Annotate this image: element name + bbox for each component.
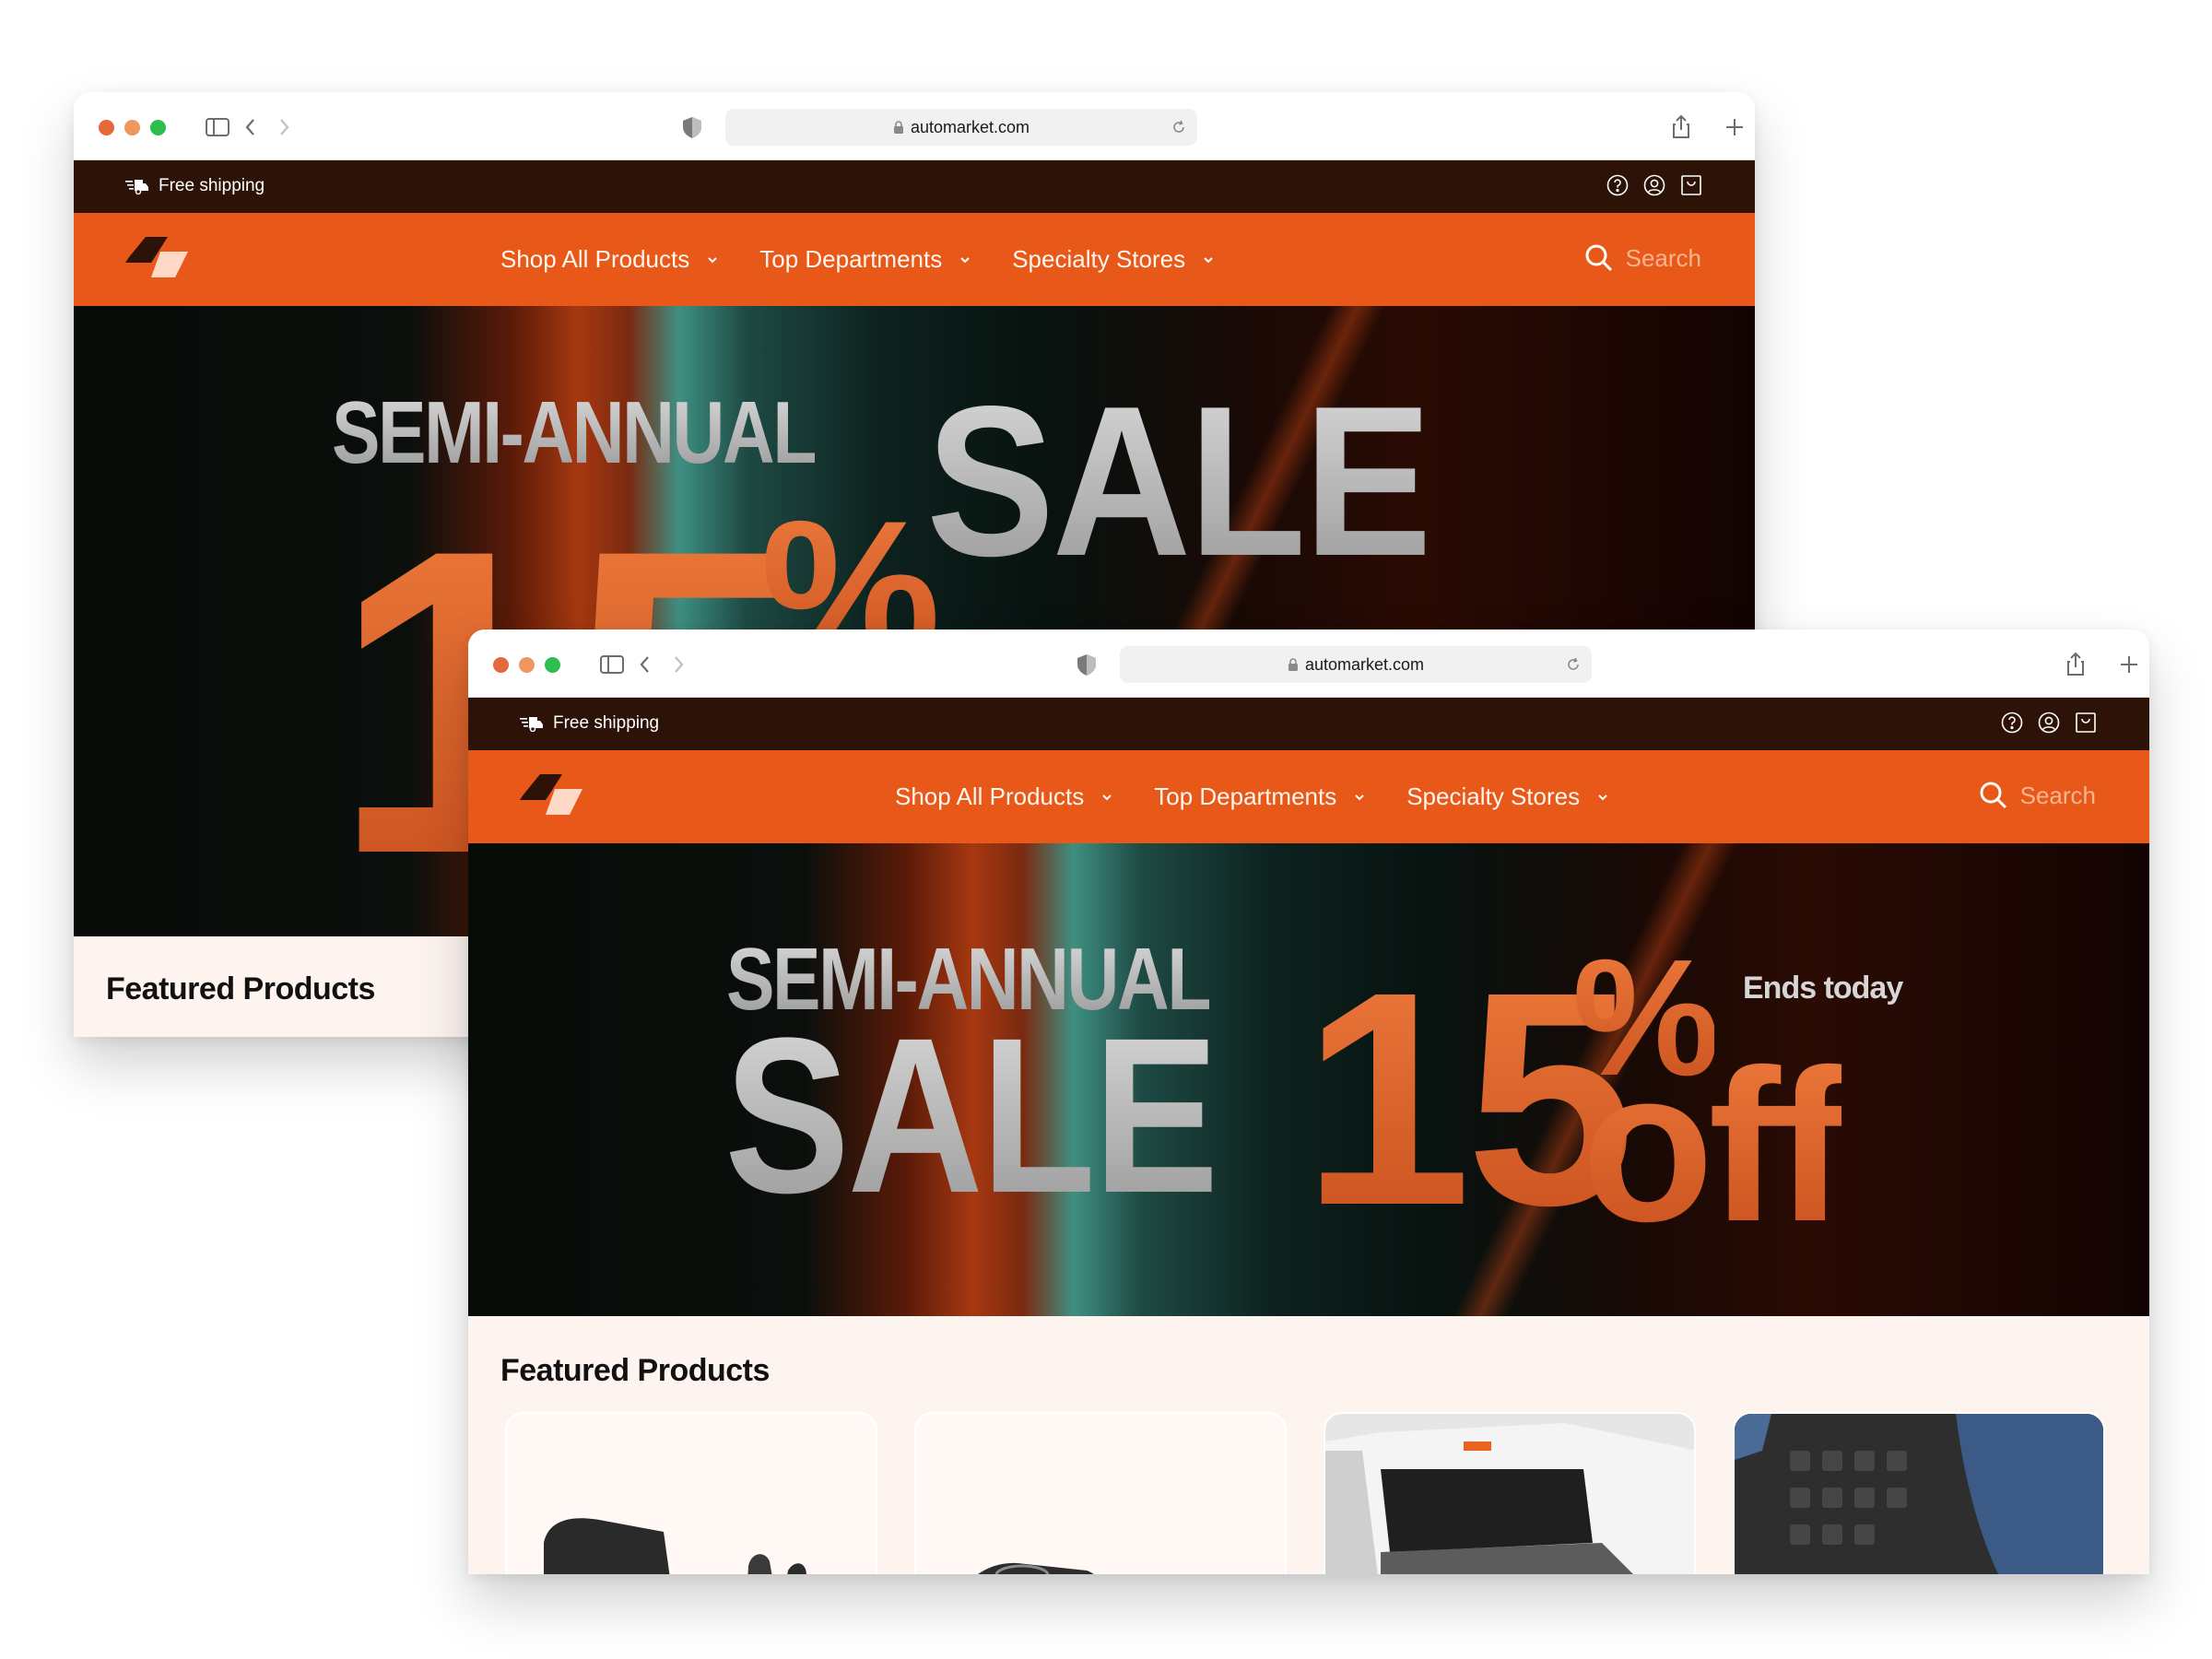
promo-bar: Free shipping bbox=[74, 160, 1755, 213]
reload-icon[interactable] bbox=[1564, 655, 1583, 674]
nav-specialty-stores[interactable]: Specialty Stores bbox=[1406, 782, 1609, 811]
new-tab-icon[interactable] bbox=[1720, 112, 1749, 142]
zoom-window-button[interactable] bbox=[545, 657, 560, 673]
product-list bbox=[505, 1412, 2105, 1574]
close-window-button[interactable] bbox=[99, 120, 114, 135]
zoom-window-button[interactable] bbox=[150, 120, 166, 135]
close-window-button[interactable] bbox=[493, 657, 509, 673]
product-card-tonneau-cover[interactable] bbox=[1324, 1412, 1696, 1574]
account-icon[interactable] bbox=[2037, 711, 2061, 735]
share-icon[interactable] bbox=[2061, 650, 2090, 679]
reload-icon[interactable] bbox=[1170, 118, 1188, 136]
help-icon[interactable] bbox=[1606, 173, 1630, 197]
search-icon bbox=[1980, 782, 2006, 809]
promo-bar: Free shipping bbox=[468, 698, 2149, 750]
main-navigation: Shop All Products Top Departments Specia… bbox=[74, 213, 1755, 306]
hero-banner[interactable]: SEMI-ANNUAL SALE 15 % off Ends today bbox=[468, 843, 2149, 1316]
new-tab-icon[interactable] bbox=[2114, 650, 2144, 679]
lock-icon bbox=[893, 121, 903, 134]
browser-window-front: automarket.com Free shipping Shop All Pr… bbox=[468, 629, 2149, 1574]
help-icon[interactable] bbox=[2000, 711, 2024, 735]
chevron-down-icon bbox=[1204, 256, 1213, 263]
shopping-bag-icon[interactable] bbox=[1679, 173, 1703, 197]
back-icon[interactable] bbox=[630, 650, 660, 679]
free-shipping-text: Free shipping bbox=[553, 713, 660, 733]
chevron-down-icon bbox=[1102, 794, 1112, 800]
nav-top-departments[interactable]: Top Departments bbox=[759, 245, 971, 274]
floor-mat-product-image bbox=[1735, 1414, 2103, 1574]
hero-sale: SALE bbox=[724, 992, 1218, 1239]
account-icon[interactable] bbox=[1642, 173, 1666, 197]
delivery-truck-icon bbox=[520, 717, 543, 732]
forward-icon[interactable] bbox=[664, 650, 693, 679]
chevron-down-icon bbox=[1355, 794, 1364, 800]
featured-products-title: Featured Products bbox=[106, 971, 375, 1006]
search-icon bbox=[1585, 244, 1612, 272]
shopping-bag-icon[interactable] bbox=[2074, 711, 2098, 735]
product-card-floor-mat[interactable] bbox=[1733, 1412, 2105, 1574]
hero-off: off bbox=[1582, 1024, 1847, 1266]
tonneau-cover-product-image bbox=[1325, 1414, 1694, 1574]
url-text: automarket.com bbox=[1304, 654, 1425, 674]
featured-products-section: Featured Products bbox=[468, 1316, 2149, 1574]
hero-ends-today: Ends today bbox=[1743, 971, 1903, 1006]
nav-top-departments[interactable]: Top Departments bbox=[1154, 782, 1366, 811]
browser-toolbar: automarket.com bbox=[74, 92, 1755, 160]
automarket-logo[interactable] bbox=[520, 774, 584, 820]
lock-icon bbox=[1288, 658, 1298, 671]
search-button[interactable]: Search bbox=[1978, 780, 2096, 811]
free-shipping-notice: Free shipping bbox=[520, 713, 659, 734]
nav-menu: Shop All Products Top Departments Specia… bbox=[500, 213, 1255, 306]
product-card-air-intake[interactable] bbox=[914, 1412, 1287, 1574]
main-navigation: Shop All Products Top Departments Specia… bbox=[468, 750, 2149, 843]
chevron-down-icon bbox=[1598, 794, 1607, 800]
search-button[interactable]: Search bbox=[1583, 242, 1701, 274]
product-card-mirror[interactable] bbox=[505, 1412, 877, 1574]
forward-icon[interactable] bbox=[269, 112, 299, 142]
chevron-down-icon bbox=[708, 256, 717, 263]
privacy-shield-icon[interactable] bbox=[677, 112, 707, 142]
mirror-product-image bbox=[544, 1518, 806, 1574]
nav-shop-all-products[interactable]: Shop All Products bbox=[500, 245, 719, 274]
browser-toolbar: automarket.com bbox=[468, 629, 2149, 698]
address-bar[interactable]: automarket.com bbox=[1120, 646, 1592, 683]
air-intake-product-image bbox=[978, 1562, 1094, 1574]
free-shipping-text: Free shipping bbox=[159, 176, 265, 195]
share-icon[interactable] bbox=[1666, 112, 1696, 142]
address-bar[interactable]: automarket.com bbox=[725, 109, 1197, 146]
nav-specialty-stores[interactable]: Specialty Stores bbox=[1012, 245, 1215, 274]
window-controls bbox=[493, 657, 560, 673]
free-shipping-notice: Free shipping bbox=[125, 176, 265, 196]
sidebar-toggle-icon[interactable] bbox=[203, 112, 232, 142]
privacy-shield-icon[interactable] bbox=[1072, 650, 1101, 679]
delivery-truck-icon bbox=[125, 180, 148, 194]
featured-products-title: Featured Products bbox=[500, 1353, 770, 1388]
nav-menu: Shop All Products Top Departments Specia… bbox=[895, 750, 1650, 843]
minimize-window-button[interactable] bbox=[519, 657, 535, 673]
url-text: automarket.com bbox=[910, 117, 1030, 136]
back-icon[interactable] bbox=[236, 112, 265, 142]
minimize-window-button[interactable] bbox=[124, 120, 140, 135]
automarket-logo[interactable] bbox=[125, 237, 190, 283]
window-controls bbox=[99, 120, 166, 135]
hero-sale: SALE bbox=[926, 362, 1432, 601]
nav-shop-all-products[interactable]: Shop All Products bbox=[895, 782, 1113, 811]
chevron-down-icon bbox=[960, 256, 970, 263]
sidebar-toggle-icon[interactable] bbox=[597, 650, 627, 679]
